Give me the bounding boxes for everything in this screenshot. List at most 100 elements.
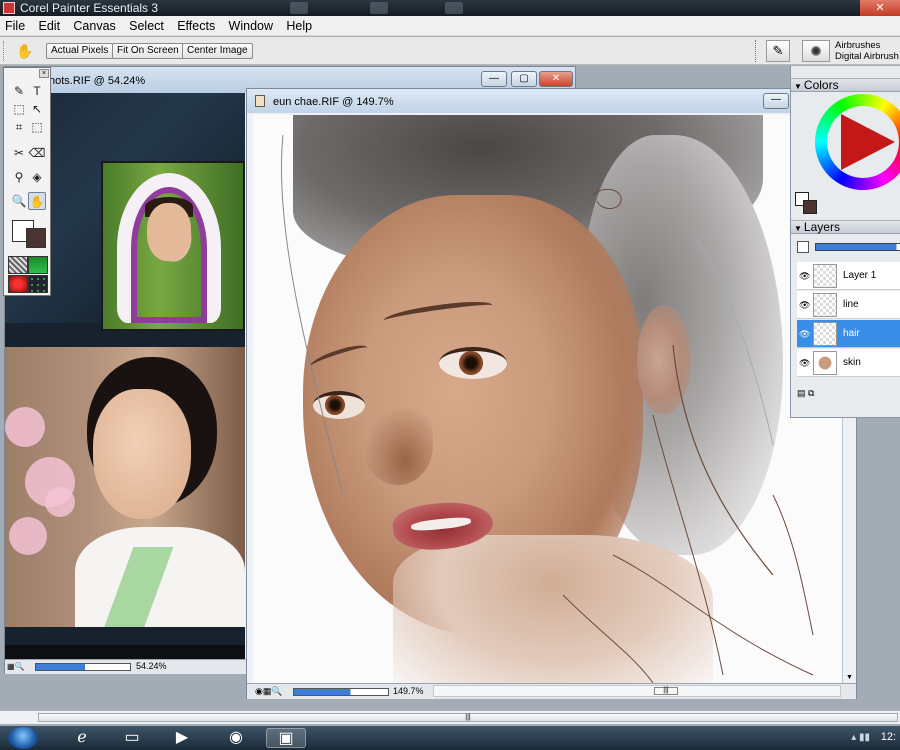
workspace-horizontal-scrollbar[interactable]: ||| xyxy=(0,710,900,724)
maximize-button[interactable]: ▢ xyxy=(511,71,537,87)
pattern-selector[interactable] xyxy=(8,275,28,293)
reference-photo-veil xyxy=(101,161,245,331)
brush-variant-selector[interactable] xyxy=(802,40,830,62)
painter-icon[interactable]: ▣ xyxy=(266,728,306,748)
scroll-thumb[interactable]: ||| xyxy=(654,687,678,695)
layer-thumbnail xyxy=(813,293,837,317)
start-button[interactable] xyxy=(8,727,38,749)
crop-icon[interactable]: ⌗ xyxy=(10,118,28,136)
eraser-icon[interactable]: ⌫ xyxy=(28,144,46,162)
close-button[interactable]: ✕ xyxy=(539,71,573,87)
scroll-thumb[interactable]: ||| xyxy=(38,713,898,722)
main-color-swatch[interactable] xyxy=(26,228,46,248)
layer-commands-icon[interactable]: ▤ ⧉ xyxy=(797,388,814,399)
text-icon[interactable]: T xyxy=(28,82,46,100)
layer-row[interactable]: 👁 skin xyxy=(797,349,900,377)
menu-help[interactable]: Help xyxy=(281,16,317,35)
dropper-icon[interactable]: ⚲ xyxy=(10,168,28,186)
saturation-value-triangle[interactable] xyxy=(841,114,895,170)
panels-dock: ▼ Colors ▼ Layers 👁 Layer 1 👁 line 👁 hair … xyxy=(790,66,900,418)
background-window-ghost xyxy=(370,2,388,14)
scroll-down-arrow-icon[interactable]: ▼ xyxy=(846,674,853,681)
toolbox-close-icon[interactable]: × xyxy=(39,69,49,78)
grabber-tool-icon[interactable]: ✋ xyxy=(28,192,46,210)
background-window-ghost xyxy=(290,2,308,14)
brush-variant-label: Digital Airbrush xyxy=(835,51,899,62)
minimize-button[interactable]: — xyxy=(763,93,789,109)
brush-category-selector[interactable]: ✎ xyxy=(766,40,790,62)
menu-edit[interactable]: Edit xyxy=(34,16,66,35)
collapse-triangle-icon[interactable]: ▼ xyxy=(794,82,802,91)
grabber-icon[interactable]: ✋ xyxy=(16,42,34,60)
layer-row[interactable]: 👁 Layer 1 xyxy=(797,262,900,290)
transform-icon[interactable]: ↖ xyxy=(28,100,46,118)
magnifier-icon[interactable]: 🔍 xyxy=(10,192,28,210)
sketch-lines xyxy=(280,134,814,683)
chrome-icon[interactable]: ◉ xyxy=(216,728,256,748)
fit-on-screen-button[interactable]: Fit On Screen xyxy=(112,43,184,59)
layer-row[interactable]: 👁 line xyxy=(797,291,900,319)
reference-photo-portrait xyxy=(5,347,245,627)
menu-effects[interactable]: Effects xyxy=(172,16,220,35)
view-mode-icon[interactable]: ▦🔍 xyxy=(7,662,29,672)
zoom-slider[interactable] xyxy=(293,688,389,696)
airbrush-icon: ✎ xyxy=(772,43,784,58)
layer-row-selected[interactable]: 👁 hair xyxy=(797,320,900,348)
cloner-icon[interactable]: ✂ xyxy=(10,144,28,162)
bucket-icon[interactable]: ◈ xyxy=(28,168,46,186)
menu-canvas[interactable]: Canvas xyxy=(68,16,120,35)
brush-icon[interactable]: ✎ xyxy=(10,82,28,100)
brush-category-label: Airbrushes xyxy=(835,40,881,51)
painting-document-title: eun chae.RIF @ 149.7% xyxy=(273,96,394,108)
visibility-eye-icon[interactable]: 👁 xyxy=(799,329,810,340)
menu-file[interactable]: File xyxy=(0,16,30,35)
colors-panel-header[interactable]: ▼ Colors xyxy=(791,78,900,92)
actual-pixels-button[interactable]: Actual Pixels xyxy=(46,43,114,59)
layers-panel-header[interactable]: ▼ Layers xyxy=(791,220,900,234)
minimize-button[interactable]: — xyxy=(481,71,507,87)
layer-thumbnail xyxy=(813,351,837,375)
composite-method-icon[interactable] xyxy=(797,241,809,253)
painting-canvas[interactable] xyxy=(253,115,843,683)
menu-window[interactable]: Window xyxy=(224,16,278,35)
rect-select-icon[interactable]: ⬚ xyxy=(10,100,28,118)
horizontal-scrollbar[interactable]: ||| xyxy=(433,685,841,697)
nozzle-selector[interactable] xyxy=(28,275,48,293)
layer-name: skin xyxy=(843,357,861,368)
toolbar-grip[interactable] xyxy=(3,41,6,61)
main-color-swatch[interactable] xyxy=(803,200,817,214)
painting-document-titlebar[interactable]: eun chae.RIF @ 149.7% — xyxy=(247,89,856,113)
brush-dab-icon xyxy=(811,46,821,56)
close-window-button[interactable]: ✕ xyxy=(860,0,900,16)
document-icon xyxy=(255,95,265,107)
system-tray-icons[interactable]: ▴ ▮▮ xyxy=(851,732,870,743)
paper-selector[interactable] xyxy=(8,256,28,274)
menu-select[interactable]: Select xyxy=(124,16,169,35)
visibility-eye-icon[interactable]: 👁 xyxy=(799,300,810,311)
collapse-triangle-icon[interactable]: ▼ xyxy=(794,224,802,233)
painting-status-bar: ◉▦🔍 149.7% ||| xyxy=(247,683,856,699)
menu-bar: File Edit Canvas Select Effects Window H… xyxy=(0,16,900,36)
media-player-icon[interactable]: ▶ xyxy=(162,728,202,748)
title-bar: Corel Painter Essentials 3 ✕ xyxy=(0,0,900,16)
toolbar-separator xyxy=(755,40,757,62)
internet-explorer-icon[interactable]: ℯ xyxy=(62,728,102,748)
background-window-ghost xyxy=(445,2,463,14)
layer-thumbnail xyxy=(813,264,837,288)
color-wheel[interactable] xyxy=(815,94,900,190)
opacity-slider[interactable] xyxy=(815,243,900,251)
view-mode-icon[interactable]: ◉▦🔍 xyxy=(255,686,283,697)
layer-thumbnail xyxy=(813,322,837,346)
layer-name: Layer 1 xyxy=(843,270,877,281)
taskbar: ℯ ▭ ▶ ◉ ▣ ▴ ▮▮ 12: xyxy=(0,726,900,750)
center-image-button[interactable]: Center Image xyxy=(182,43,253,59)
visibility-eye-icon[interactable]: 👁 xyxy=(799,271,810,282)
gradient-selector[interactable] xyxy=(28,256,48,274)
reference-document-title: hots.RIF @ 54.24% xyxy=(49,75,146,87)
explorer-folder-icon[interactable]: ▭ xyxy=(112,728,152,748)
layer-tools xyxy=(791,237,900,259)
zoom-slider[interactable] xyxy=(35,663,131,671)
lasso-icon[interactable]: ⬚ xyxy=(28,118,46,136)
zoom-value: 54.24% xyxy=(136,661,167,671)
visibility-eye-icon[interactable]: 👁 xyxy=(799,358,810,369)
